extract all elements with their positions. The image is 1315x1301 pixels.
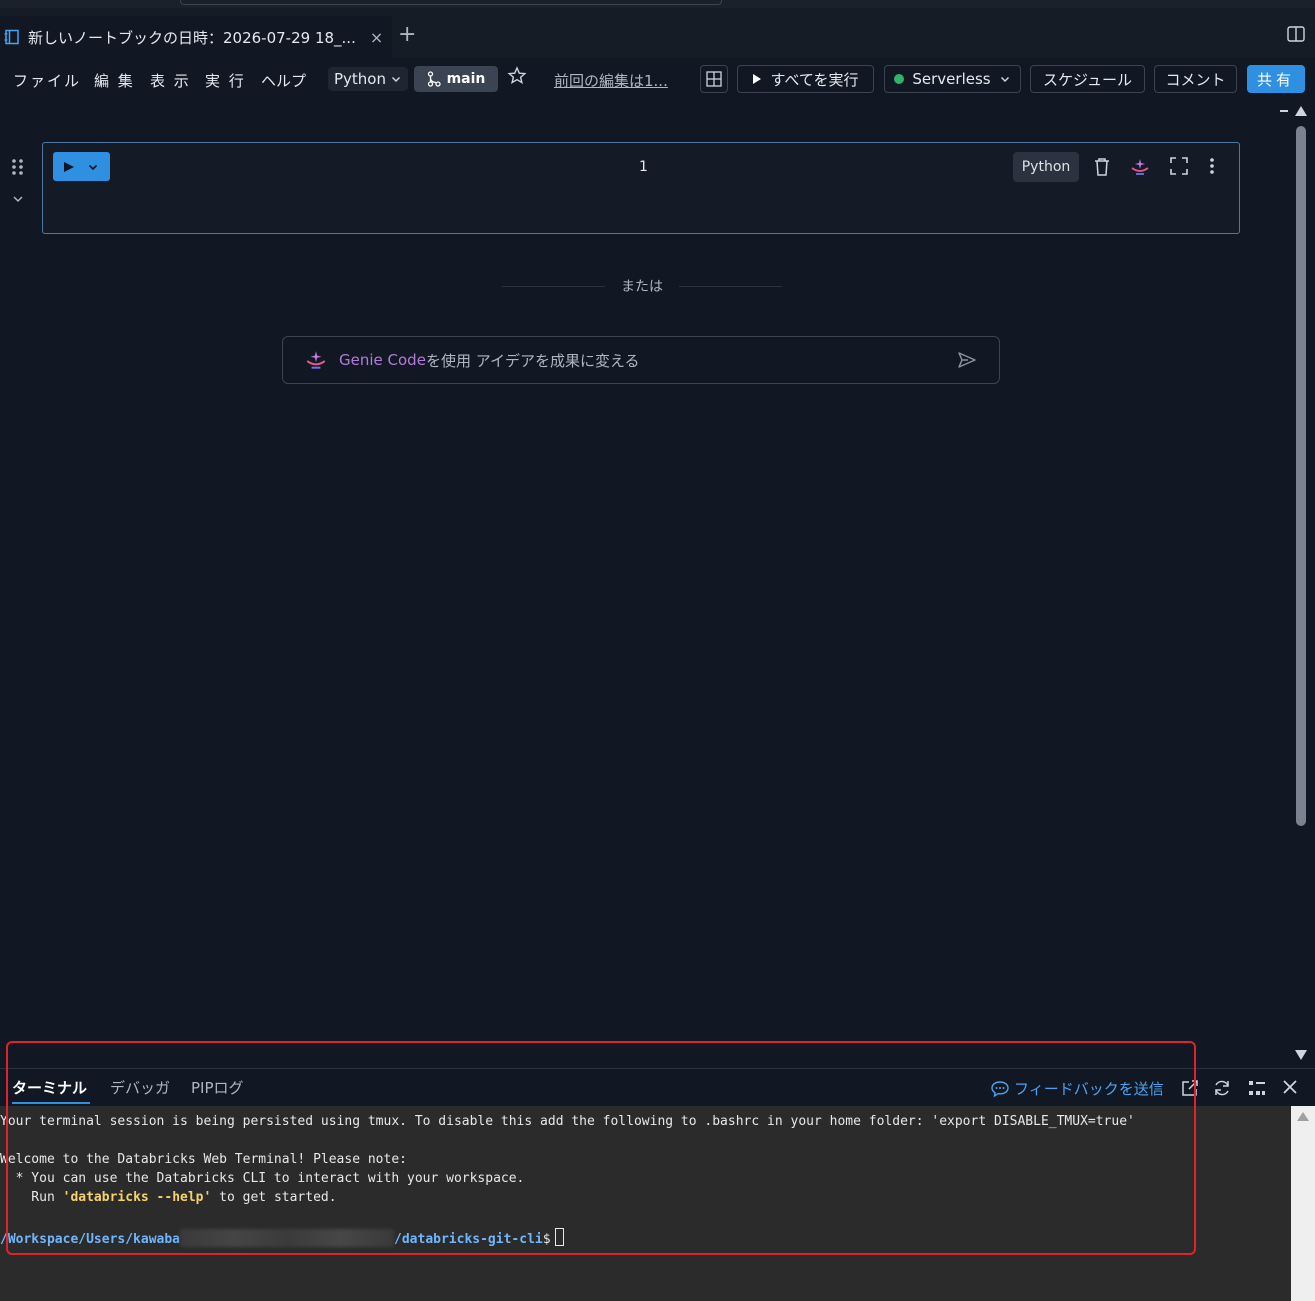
bottom-panel: ターミナル デバッガ PIPログ フィードバックを送信 Your termina… [0, 1068, 1315, 1301]
add-tab-icon[interactable]: + [398, 22, 416, 47]
menu-view[interactable]: 表 示 [150, 70, 191, 91]
terminal-line: * You can use the Databricks CLI to inte… [0, 1171, 525, 1186]
send-icon[interactable] [957, 351, 977, 369]
compute-select[interactable]: Serverless [884, 65, 1021, 93]
chevron-down-icon [1000, 76, 1009, 83]
play-icon [64, 161, 74, 172]
external-link-icon[interactable] [1181, 1079, 1199, 1097]
refresh-icon[interactable] [1213, 1079, 1231, 1097]
scroll-down-icon[interactable] [1295, 1050, 1307, 1060]
panel-layout-icon[interactable] [1248, 1079, 1266, 1097]
chevron-down-icon[interactable] [11, 192, 25, 206]
prompt-path: /Workspace/Users/kawaba [0, 1232, 181, 1247]
trash-icon[interactable] [1093, 157, 1111, 177]
chevron-down-icon[interactable] [87, 161, 99, 173]
terminal-line: Your terminal session is being persisted… [0, 1114, 1135, 1129]
side-panel-icon[interactable] [1287, 26, 1305, 42]
schedule-label: スケジュール [1043, 70, 1132, 89]
schedule-button[interactable]: スケジュール [1030, 65, 1145, 93]
last-edit-link[interactable]: 前回の編集は1... [554, 70, 668, 91]
terminal-command: 'databricks --help' [62, 1190, 212, 1205]
close-icon[interactable] [1282, 1079, 1298, 1095]
cell-language-label: Python [1021, 159, 1071, 175]
terminal-text: Run [0, 1190, 63, 1205]
prompt-symbol: $ [542, 1232, 551, 1247]
comment-button[interactable]: コメント [1154, 65, 1237, 93]
genie-prompt-input[interactable]: Genie Code を使用 アイデアを成果に変える [282, 336, 1000, 384]
terminal-scrollbar[interactable] [1291, 1106, 1315, 1301]
url-bar-edge [180, 0, 722, 5]
prompt-path: /databricks-git-cli [394, 1232, 543, 1247]
genie-placeholder: を使用 アイデアを成果に変える [425, 351, 640, 370]
layout-grid-icon [706, 71, 722, 87]
tab-title: 新しいノートブックの日時：2026-07-29 18_... [28, 28, 356, 47]
branch-name: main [446, 71, 486, 87]
window-top-strip [0, 0, 1315, 8]
chat-bubble-icon [991, 1080, 1009, 1097]
redacted-segment [180, 1229, 395, 1247]
play-icon [753, 74, 762, 84]
default-language-select[interactable]: Python [328, 67, 408, 91]
collapse-dash-icon[interactable] [1280, 110, 1288, 112]
status-online-icon [894, 74, 905, 84]
scroll-thumb[interactable] [1296, 126, 1306, 826]
run-all-button[interactable]: すべてを実行 [737, 65, 874, 93]
terminal-cursor [554, 1228, 564, 1246]
notebook-toolbar: ファイル 編 集 表 示 実 行 ヘルプ Python main 前回の編集は1… [0, 58, 1315, 102]
code-cell[interactable]: 1 Python [42, 142, 1240, 234]
notebook-scrollbar[interactable] [1293, 102, 1309, 1064]
tab-terminal[interactable]: ターミナル [12, 1077, 87, 1098]
send-feedback-link[interactable]: フィードバックを送信 [990, 1078, 1164, 1099]
notebook-icon [4, 29, 19, 45]
active-tab-indicator [12, 1102, 90, 1104]
run-cell-button[interactable] [53, 152, 110, 181]
genie-name: Genie Code [339, 351, 426, 369]
panel-tab-bar: ターミナル デバッガ PIPログ フィードバックを送信 [0, 1068, 1315, 1107]
terminal-line: Welcome to the Databricks Web Terminal! … [0, 1152, 407, 1167]
tab-debugger[interactable]: デバッガ [110, 1077, 170, 1098]
separator-line [679, 285, 782, 287]
genie-assistant-icon[interactable] [1130, 157, 1150, 177]
separator-line [502, 285, 605, 287]
menu-run[interactable]: 実 行 [205, 70, 246, 91]
feedback-label: フィードバックを送信 [1014, 1080, 1164, 1098]
terminal-text: to get started. [211, 1190, 337, 1205]
notebook-tab[interactable]: 新しいノートブックの日時：2026-07-29 18_... × [0, 16, 392, 58]
drag-handle-icon[interactable] [11, 158, 25, 176]
terminal-line: Run 'databricks --help' to get started. [0, 1190, 337, 1205]
comment-label: コメント [1165, 70, 1226, 89]
git-branch-icon [427, 71, 441, 87]
scroll-up-icon[interactable] [1297, 1112, 1309, 1121]
cell-language-button[interactable]: Python [1013, 152, 1079, 182]
layout-button[interactable] [700, 65, 728, 93]
terminal-output[interactable]: Your terminal session is being persisted… [0, 1106, 1290, 1301]
line-number: 1 [639, 159, 648, 175]
run-all-label: すべてを実行 [770, 70, 859, 89]
star-icon[interactable] [507, 66, 527, 86]
genie-assistant-icon [306, 351, 326, 369]
or-separator: または [502, 276, 782, 296]
menu-edit[interactable]: 編 集 [94, 70, 135, 91]
tab-pip-log[interactable]: PIPログ [191, 1077, 244, 1098]
tab-bar: 新しいノートブックの日時：2026-07-29 18_... × + [0, 8, 1315, 58]
scroll-up-icon[interactable] [1295, 106, 1307, 116]
share-button[interactable]: 共有 [1247, 65, 1305, 93]
terminal-prompt: /Workspace/Users/kawaba/databricks-git-c… [0, 1228, 564, 1247]
fullscreen-icon[interactable] [1170, 157, 1188, 175]
compute-label: Serverless [912, 70, 991, 88]
more-options-icon[interactable] [1209, 157, 1215, 175]
or-label: または [621, 279, 663, 295]
close-icon[interactable]: × [370, 28, 383, 47]
menu-help[interactable]: ヘルプ [261, 70, 306, 91]
language-label: Python [334, 70, 386, 88]
menu-file[interactable]: ファイル [13, 70, 81, 91]
share-label: 共有 [1256, 70, 1295, 89]
git-branch-button[interactable]: main [414, 66, 498, 92]
chevron-down-icon [391, 76, 401, 83]
